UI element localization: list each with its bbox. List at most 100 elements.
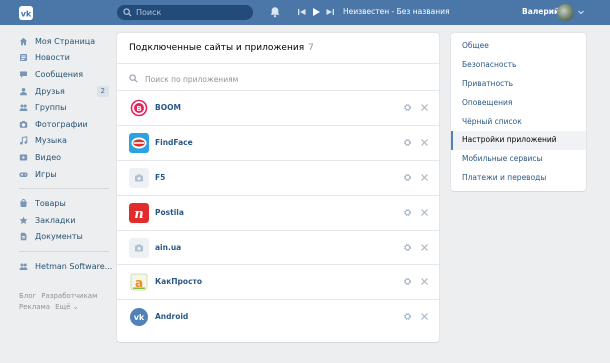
previous-track-icon[interactable] [296,6,308,18]
sidebar-item-music[interactable]: Музыка [19,133,109,150]
sidebar-footer-links: Блог Разработчикам Реклама Ещё ⌄ [19,291,109,313]
sidebar-item-friends[interactable]: Друзья 2 [19,83,109,100]
list-item: FindFace [117,124,439,160]
news-icon [19,53,28,62]
list-item: F5 [117,159,439,195]
sidebar-item-label: Фотографии [35,119,88,129]
avatar[interactable] [557,4,574,21]
sidebar-item-my-page[interactable]: Моя Страница [19,33,109,50]
sidebar-item-label: Товары [35,199,66,209]
app-name[interactable]: ain.ua [155,243,181,252]
app-name[interactable]: Postila [155,208,184,217]
settings-menu-blacklist[interactable]: Чёрный список [451,113,586,132]
settings-menu-notifications[interactable]: Оповещения [451,94,586,113]
next-track-icon[interactable] [324,6,336,18]
boom-logo-icon[interactable]: B [129,98,149,118]
sidebar-item-news[interactable]: Новости [19,50,109,67]
sidebar-item-label: Новости [35,53,70,63]
apps-search[interactable] [129,70,427,88]
settings-menu-privacy[interactable]: Приватность [451,75,586,94]
sidebar-item-messages[interactable]: Сообщения [19,66,109,83]
sidebar-item-label: Hetman Software... [35,261,113,271]
gear-icon[interactable] [403,243,412,252]
apps-search-input[interactable] [145,72,415,86]
sidebar-item-label: Музыка [35,136,67,146]
gear-icon[interactable] [403,138,412,147]
user-name[interactable]: Валерий [522,7,559,16]
sidebar-item-label: Группы [35,103,67,113]
header-search[interactable] [117,5,253,20]
settings-menu-general[interactable]: Общее [451,37,586,56]
app-name[interactable]: FindFace [155,138,193,147]
vk-logo-icon[interactable]: vk [19,6,33,20]
bookmarks-icon [19,216,28,225]
sidebar-item-groups[interactable]: Группы [19,99,109,116]
postila-logo-icon[interactable]: п [129,202,149,223]
gear-icon[interactable] [403,312,412,321]
sidebar-item-market[interactable]: Товары [19,195,109,212]
sidebar-item-label: Друзья [35,86,65,96]
gear-icon[interactable] [403,277,412,286]
settings-menu: Общее Безопасность Приватность Оповещени… [451,33,586,191]
apps-list: B BOOM FindFace F5 п Postila ain.ua a Ка… [117,90,439,334]
chevron-down-icon[interactable] [578,10,584,15]
app-name[interactable]: КакПросто [155,277,202,286]
settings-menu-app-settings[interactable]: Настройки приложений [451,131,586,151]
top-header: vk Неизвестен - Без названия Валерий [0,0,610,25]
sidebar-item-community[interactable]: Hetman Software... [19,258,113,275]
list-item: ain.ua [117,229,439,265]
footer-link-ads[interactable]: Реклама [19,303,50,311]
community-icon [19,262,28,271]
close-icon[interactable] [420,277,429,286]
footer-link-developers[interactable]: Разработчикам [41,292,97,300]
games-icon [19,170,28,179]
app-name[interactable]: F5 [155,173,165,182]
gear-icon[interactable] [403,173,412,182]
settings-menu-mobile-services[interactable]: Мобильные сервисы [451,150,586,169]
close-icon[interactable] [420,138,429,147]
page-title: Подключенные сайты и приложения 7 [129,43,314,53]
sidebar-item-photos[interactable]: Фотографии [19,116,109,133]
apps-count: 7 [308,43,314,53]
play-icon[interactable] [310,6,322,18]
sidebar-item-label: Видео [35,152,62,162]
sidebar-item-documents[interactable]: Документы [19,229,109,246]
kakprosto-logo-icon[interactable]: a [129,272,149,293]
footer-link-blog[interactable]: Блог [19,292,36,300]
search-icon [129,74,138,83]
left-sidebar: Моя Страница Новости Сообщения Друзья 2 … [19,33,113,275]
svg-text:vk: vk [21,10,32,19]
close-icon[interactable] [420,208,429,217]
close-icon[interactable] [420,173,429,182]
camera-placeholder-icon[interactable] [129,237,149,258]
settings-menu-security[interactable]: Безопасность [451,56,586,75]
music-icon [19,136,28,145]
sidebar-item-video[interactable]: Видео [19,149,109,166]
close-icon[interactable] [420,312,429,321]
settings-menu-payments[interactable]: Платежи и переводы [451,169,586,188]
bell-icon[interactable] [269,6,281,18]
sidebar-item-label: Игры [35,169,57,179]
sidebar-item-label: Закладки [35,215,76,225]
photos-icon [19,120,28,129]
close-icon[interactable] [420,103,429,112]
gear-icon[interactable] [403,208,412,217]
app-name[interactable]: Android [155,312,188,321]
vk-android-logo-icon[interactable]: vk [129,307,149,328]
list-item: a КакПросто [117,264,439,299]
sidebar-item-bookmarks[interactable]: Закладки [19,212,109,229]
findface-logo-icon[interactable] [129,132,149,153]
svg-text:п: п [134,207,143,222]
player-track-title[interactable]: Неизвестен - Без названия [343,7,450,16]
sidebar-item-games[interactable]: Игры [19,166,109,183]
gear-icon[interactable] [403,103,412,112]
title-divider [117,63,439,64]
header-search-input[interactable] [136,6,246,19]
messages-icon [19,70,28,79]
app-name[interactable]: BOOM [155,103,181,112]
camera-placeholder-icon[interactable] [129,167,149,188]
market-icon [19,199,28,208]
footer-link-more[interactable]: Ещё ⌄ [55,303,78,311]
close-icon[interactable] [420,243,429,252]
svg-text:vk: vk [134,313,145,322]
